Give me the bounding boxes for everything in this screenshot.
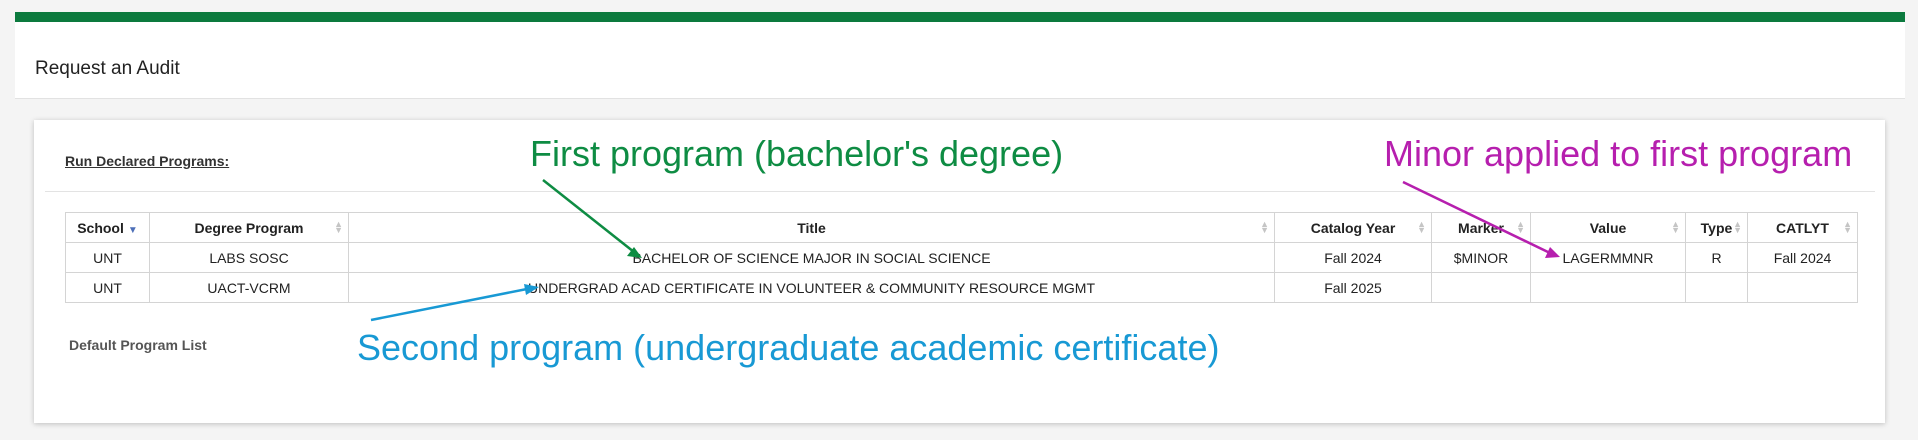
table-row[interactable]: UNT LABS SOSC BACHELOR OF SCIENCE MAJOR …: [65, 242, 1858, 273]
cell-school: UNT: [65, 242, 150, 273]
cell-marker: $MINOR: [1431, 242, 1531, 273]
header-card: Request an Audit: [15, 12, 1905, 99]
sort-icon: ▲ ▼: [1260, 219, 1269, 235]
annotation-first-program: First program (bachelor's degree): [530, 133, 1064, 174]
column-header-degree-program[interactable]: Degree Program ▲ ▼: [149, 212, 349, 243]
sort-icon: ▲ ▼: [1516, 219, 1525, 235]
table-header-row: School ▼ Degree Program ▲ ▼ Title ▲ ▼ Catalog…: [65, 212, 1858, 243]
sort-icon: ▲ ▼: [1843, 219, 1852, 235]
cell-type: [1685, 272, 1748, 303]
cell-value: LAGERMMNR: [1530, 242, 1686, 273]
cell-catlyt: [1747, 272, 1858, 303]
cell-catalog-year: Fall 2024: [1274, 242, 1432, 273]
divider: [45, 191, 1875, 192]
column-header-catalog-year[interactable]: Catalog Year ▲ ▼: [1274, 212, 1432, 243]
sort-icon: ▲ ▼: [1417, 219, 1426, 235]
cell-type: R: [1685, 242, 1748, 273]
page-title: Request an Audit: [35, 58, 180, 79]
cell-degree-program: LABS SOSC: [149, 242, 349, 273]
sort-icon: ▲ ▼: [334, 219, 343, 235]
cell-marker: [1431, 272, 1531, 303]
column-header-school[interactable]: School ▼: [65, 212, 150, 243]
column-header-title[interactable]: Title ▲ ▼: [348, 212, 1275, 243]
cell-catlyt: Fall 2024: [1747, 242, 1858, 273]
table-row[interactable]: UNT UACT-VCRM UNDERGRAD ACAD CERTIFICATE…: [65, 272, 1858, 303]
programs-table: School ▼ Degree Program ▲ ▼ Title ▲ ▼ Catalog…: [65, 212, 1858, 303]
annotation-second-program: Second program (undergraduate academic c…: [357, 327, 1220, 368]
cell-title: BACHELOR OF SCIENCE MAJOR IN SOCIAL SCIE…: [348, 242, 1275, 273]
cell-degree-program: UACT-VCRM: [149, 272, 349, 303]
column-header-value[interactable]: Value ▲ ▼: [1530, 212, 1686, 243]
cell-catalog-year: Fall 2025: [1274, 272, 1432, 303]
sort-icon: ▲ ▼: [1671, 219, 1680, 235]
cell-value: [1530, 272, 1686, 303]
cell-school: UNT: [65, 272, 150, 303]
sort-icon: ▲ ▼: [1733, 219, 1742, 235]
sort-desc-icon: ▼: [127, 224, 138, 236]
default-program-list-link[interactable]: Default Program List: [69, 337, 207, 353]
column-header-type[interactable]: Type ▲ ▼: [1685, 212, 1748, 243]
run-declared-programs-link[interactable]: Run Declared Programs:: [65, 153, 229, 169]
column-header-marker[interactable]: Marker ▲ ▼: [1431, 212, 1531, 243]
annotation-minor: Minor applied to first program: [1384, 133, 1853, 174]
column-header-catlyt[interactable]: CATLYT ▲ ▼: [1747, 212, 1858, 243]
cell-title: UNDERGRAD ACAD CERTIFICATE IN VOLUNTEER …: [348, 272, 1275, 303]
